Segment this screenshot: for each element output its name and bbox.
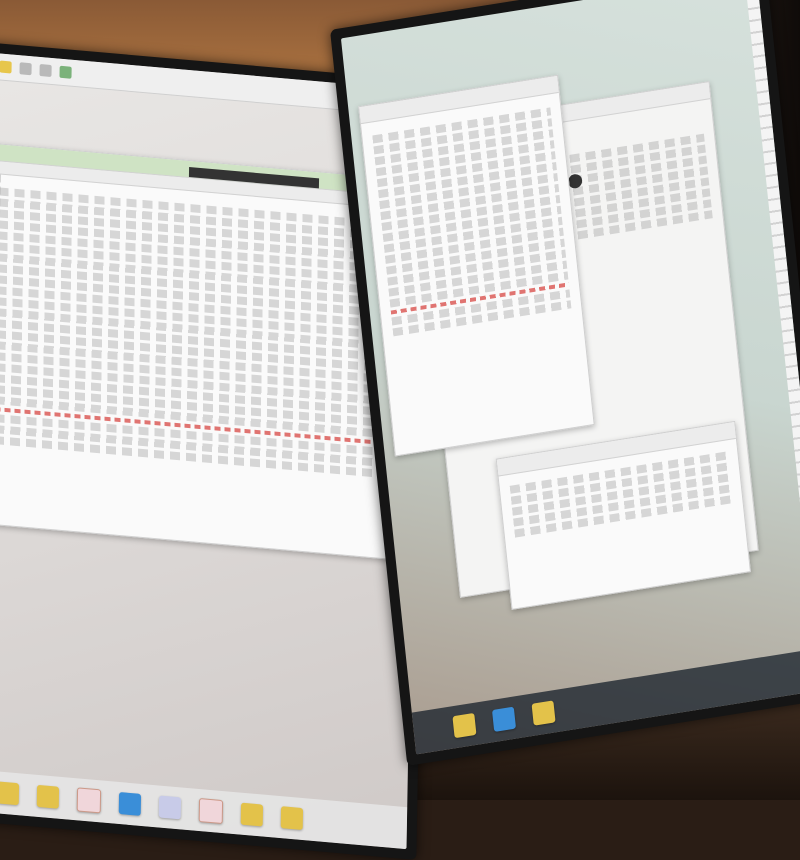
pink-app-icon[interactable] (198, 798, 224, 825)
left-taskbar (0, 767, 408, 850)
window-icon[interactable] (59, 65, 72, 79)
grid-app-icon[interactable] (158, 795, 182, 820)
folder-icon[interactable] (452, 712, 477, 739)
pink-app-icon[interactable] (76, 787, 102, 814)
folder-icon[interactable] (240, 802, 264, 827)
blue-app-icon[interactable] (118, 792, 142, 816)
app-icon[interactable] (39, 63, 52, 77)
folder-icon[interactable] (0, 781, 20, 806)
folder-icon[interactable] (36, 784, 60, 809)
blue-app-icon[interactable] (491, 706, 517, 732)
spreadsheet-window-front[interactable] (358, 74, 595, 457)
folder-icon[interactable] (531, 700, 556, 726)
folder-icon[interactable] (0, 60, 12, 74)
right-screen (340, 0, 800, 755)
app-icon[interactable] (19, 62, 32, 76)
right-monitor (330, 0, 800, 766)
folder-icon[interactable] (280, 806, 304, 831)
spreadsheet-grid[interactable] (361, 93, 581, 338)
